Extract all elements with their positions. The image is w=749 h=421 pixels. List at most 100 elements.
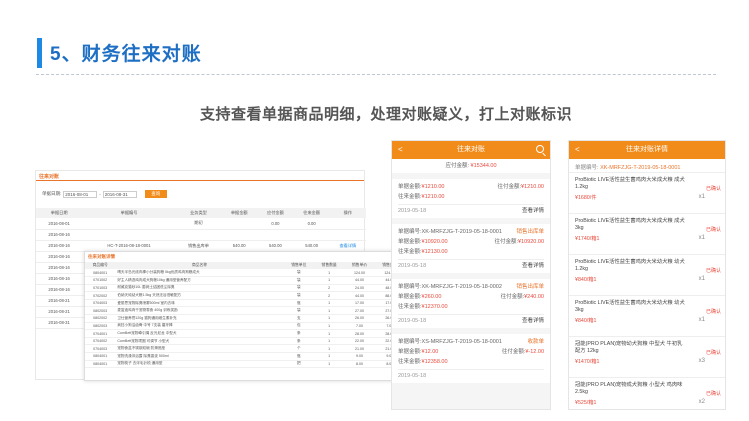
date-to-input[interactable]: 2016-08-31 [102, 190, 137, 198]
detail-row: 0804001 晴天半岛光线肉棒小分装狗粮 5kg优质鸡肉狗粮成犬袋 1 124.00… [85, 269, 405, 278]
doc-amount-label: 单据金额: [398, 349, 422, 355]
detail-cell: 17.00 [344, 299, 375, 308]
card-footer: 2019-05-18 [398, 369, 544, 380]
product-price: ¥1740/箱1 [575, 236, 600, 242]
product-price: ¥840/箱1 [575, 277, 597, 283]
product-price: ¥840/箱1 [575, 318, 597, 324]
view-detail-link[interactable]: 查看详情 [522, 207, 544, 215]
doc-amount-value: ¥10920.00 [421, 239, 448, 245]
detail-cell: 爱丽思宠物除臭喷雾500ml 室内去味 [115, 299, 284, 308]
product-item[interactable]: ProBiotic LIVE活性益生菌鸡肉大米成犬粮 成犬 3kg ¥1740/箱… [569, 214, 725, 255]
detail-cell: 1 [313, 352, 345, 361]
search-icon[interactable] [536, 145, 544, 153]
table-cell: 2016-08-31 [36, 317, 83, 329]
confirm-status[interactable]: 已确认 [706, 308, 721, 315]
table-cell: 销售出库单 [175, 240, 222, 252]
table-cell [293, 229, 330, 241]
confirm-status[interactable]: 已确认 [706, 185, 721, 192]
detail-cell: 麦富迪鸡肉干宠物零食 400g 训练奖励 [115, 306, 284, 316]
detail-column-header: 商品名称 [115, 262, 284, 269]
column-header: 操作 [329, 208, 366, 218]
detail-row: 0704001 ComBett宠物牵引绳 反光尼龙 中型犬条 1 28.00 28.00 [85, 329, 405, 338]
date-filter-label: 单据日期: [42, 191, 62, 196]
doc-amount-label: 单据金额: [398, 184, 422, 190]
reconciliation-card[interactable]: 单据编号:XS-MRFZJG-T-2019-05-18-0001 收款单 单据金额:… [392, 334, 550, 383]
doc-type-badge: 销售出库单 [516, 284, 544, 290]
detail-row: 0701003 耐威克猫砂10L 膨润土结团低尘除臭袋 2 24.00 48.00 [85, 284, 405, 293]
doc-number-value: XK-MRFZJG-T-2019-05-18-0002 [421, 284, 502, 290]
column-header: 单据金额 [221, 208, 258, 218]
amount-row: 单据金额:¥10920.00 往付金额:¥10920.00 [398, 237, 544, 247]
table-cell: 2016-08-16 [36, 273, 83, 285]
balance-label: 往来金额: [398, 249, 422, 255]
paid-amount-label: 往付金额: [497, 184, 522, 190]
detail-column-header: 销售单位 [283, 262, 314, 269]
balance: 往来金额:¥12358.00 [398, 357, 448, 367]
confirm-status[interactable]: 已确认 [706, 267, 721, 274]
date-from-input[interactable]: 2016-08-01 [63, 190, 98, 198]
doc-amount: 单据金额:¥260.00 [398, 292, 441, 302]
reconciliation-card[interactable]: 单据编号:XK-MRFZJG-T-2019-05-18-0002 销售出库单单据金… [392, 279, 550, 328]
view-detail-link[interactable]: 查看详情 [329, 240, 366, 252]
balance: 往来金额:¥1210.00 [398, 192, 444, 202]
detail-cell: 27.00 [344, 306, 375, 316]
detail-cell: 伯纳天纯幼犬粮1.5kg 天然无谷低敏配方 [115, 291, 284, 300]
detail-cell: 宠物食盆不锈钢双碗 防滑底座 [115, 344, 284, 354]
doc-amount-label: 单据金额: [398, 239, 422, 245]
detail-cell: 条 [283, 329, 314, 338]
paid-amount-value: ¥10920.00 [518, 239, 544, 245]
back-icon[interactable]: < [398, 141, 403, 159]
detail-cell: 21.00 [344, 344, 375, 354]
detail-cell: 0704001 [85, 329, 116, 338]
card-footer: 2019-05-18 查看详情 [398, 314, 544, 325]
desktop-reconciliation-panel: 往来对账 单据日期: 2016-08-01 - 2016-08-31 查询 单据… [35, 170, 405, 381]
payable-value: ¥15344.00 [470, 163, 497, 169]
doc-number-label: 单据编号: [398, 284, 422, 290]
confirm-status[interactable]: 已确认 [706, 226, 721, 233]
confirm-status[interactable]: 已确认 [706, 349, 721, 356]
detail-cell: 支 [283, 314, 314, 323]
query-button[interactable]: 查询 [144, 190, 167, 198]
payable-label: 应付金额: [445, 163, 469, 169]
column-header: 应付金额 [257, 208, 294, 218]
detail-row: 0802003 麦富迪鸡肉干宠物零食 400g 训练奖励袋 1 27.00 27.00 [85, 306, 405, 316]
doc-amount-value: ¥260.00 [421, 294, 442, 300]
product-item[interactable]: ProBiotic LIVE活性益生菌鸡肉大米幼犬粮 幼犬 3kg ¥840/箱1… [569, 296, 725, 337]
detail-cell: 1 [313, 269, 345, 278]
confirm-status[interactable]: 已确认 [706, 390, 721, 397]
title-accent-bar [37, 38, 42, 68]
table-cell: 2016-08-21 [36, 306, 83, 318]
product-qty: x1 [698, 194, 705, 200]
product-item[interactable]: 冠能(PRO PLAN)宠物成犬狗粮 小型犬 鸡肉味 2.5kg ¥525/箱1 x… [569, 378, 725, 409]
detail-cell: 袋 [283, 284, 314, 293]
detail-column-header: 销售单价 [344, 262, 375, 269]
doc-number: 单据编号:XS-MRFZJG-T-2019-05-18-0001 [398, 337, 502, 347]
reconciliation-card[interactable]: 单据金额:¥1210.00 往付金额:¥1210.00 往来金额:¥1210.00 2… [392, 179, 550, 218]
view-detail-link[interactable]: 查看详情 [522, 317, 544, 325]
detail-cell: 瓶 [283, 299, 314, 308]
detail-row: 0701002 好主人精选鸡肉成犬狗粮10kg 通用型营养配方袋 1 44.00 44.… [85, 276, 405, 285]
view-detail-link [329, 218, 366, 230]
detail-cell: 瓶 [283, 352, 314, 361]
product-item[interactable]: 冠能(PRO PLAN)宠物幼犬狗粮 中型犬 牛初乳配方 12kg ¥1470/箱… [569, 337, 725, 378]
detail-cell: 条 [283, 337, 314, 346]
doc-type-badge: 销售出库单 [516, 229, 544, 235]
balance-label: 往来金额: [398, 194, 422, 200]
doc-amount: 单据金额:¥12.00 [398, 347, 438, 357]
detail-row: 0704002 ComBett宠物项圈 可调节 小型犬条 1 22.00 22.00 [85, 337, 405, 346]
table-cell [221, 218, 258, 230]
product-item[interactable]: ProBiotic LIVE活性益生菌鸡肉大米幼犬粮 幼犬 1.2kg ¥840/… [569, 255, 725, 296]
view-detail-link [329, 229, 366, 241]
balance-label: 往来金额: [398, 359, 422, 365]
balance: 往来金额:¥12130.00 [398, 247, 448, 257]
product-item[interactable]: ProBiotic LIVE活性益生菌鸡肉大米成犬粮 成犬 1.2kg ¥1680… [569, 173, 725, 214]
table-cell: 2016-08-16 [36, 251, 83, 263]
product-name: ProBiotic LIVE活性益生菌鸡肉大米幼犬粮 幼犬 3kg [575, 300, 685, 313]
doc-date: 2019-05-18 [398, 263, 427, 269]
view-detail-link[interactable]: 查看详情 [522, 262, 544, 270]
reconciliation-card[interactable]: 单据编号:XK-MRFZJG-T-2019-05-18-0001 销售出库单 单据金… [392, 224, 550, 273]
back-icon[interactable]: < [575, 141, 580, 159]
detail-cell: 0802003 [85, 306, 116, 316]
detail-cell: 2 [313, 284, 345, 293]
table-cell: 0.00 [293, 218, 330, 230]
